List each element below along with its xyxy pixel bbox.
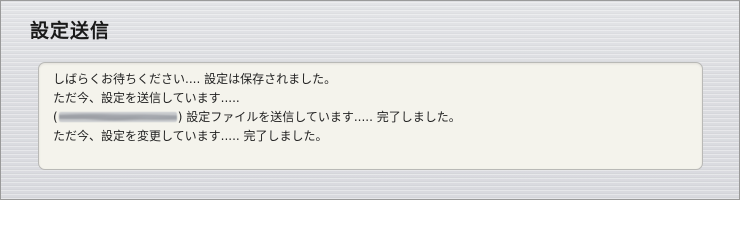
status-message-file-sent-text: 設定ファイルを送信しています..... 完了しました。 bbox=[182, 110, 461, 124]
status-message-saved: しばらくお待ちください.... 設定は保存されました。 bbox=[53, 72, 337, 86]
status-message-changed: ただ今、設定を変更しています..... 完了しました。 bbox=[53, 129, 328, 143]
status-message-panel: しばらくお待ちください.... 設定は保存されました。 ただ今、設定を送信してい… bbox=[38, 62, 703, 170]
redacted-device-identifier bbox=[58, 112, 177, 122]
device-id-open-paren: ( bbox=[53, 110, 58, 124]
status-message-list: しばらくお待ちください.... 設定は保存されました。 ただ今、設定を送信してい… bbox=[53, 70, 461, 146]
settings-send-window: 設定送信 しばらくお待ちください.... 設定は保存されました。 ただ今、設定を… bbox=[0, 0, 740, 200]
status-message-file-sent: () 設定ファイルを送信しています..... 完了しました。 bbox=[53, 108, 461, 127]
status-message-sending: ただ今、設定を送信しています..... bbox=[53, 91, 240, 105]
page-title: 設定送信 bbox=[30, 20, 111, 42]
